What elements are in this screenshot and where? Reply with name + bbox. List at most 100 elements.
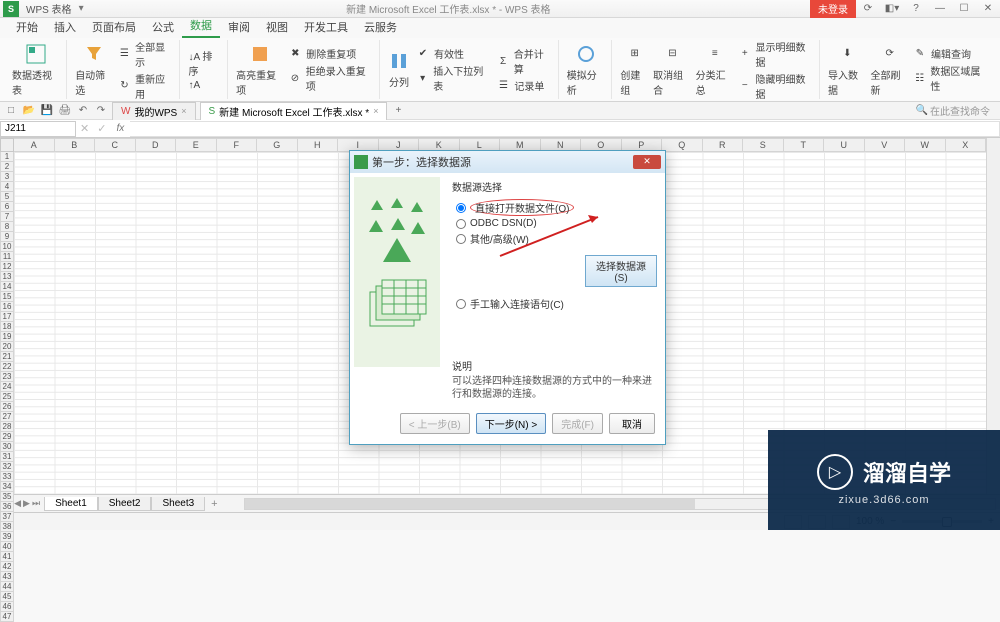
col-header-Q[interactable]: Q [662, 138, 703, 152]
row-header-7[interactable]: 7 [0, 212, 14, 222]
menu-formula[interactable]: 公式 [144, 17, 182, 38]
radio-manual[interactable]: 手工输入连接语句(C) [452, 295, 657, 312]
row-header-38[interactable]: 38 [0, 522, 14, 532]
row-header-31[interactable]: 31 [0, 452, 14, 462]
col-header-V[interactable]: V [865, 138, 906, 152]
col-header-E[interactable]: E [176, 138, 217, 152]
row-header-35[interactable]: 35 [0, 492, 14, 502]
col-header-R[interactable]: R [703, 138, 744, 152]
row-header-28[interactable]: 28 [0, 422, 14, 432]
col-header-F[interactable]: F [217, 138, 258, 152]
new-icon[interactable]: □ [4, 104, 18, 118]
radio-open-file-input[interactable] [456, 203, 466, 213]
search-commands[interactable]: 🔍在此查找命令 [916, 103, 996, 118]
select-datasource-button[interactable]: 选择数据源(S) [585, 255, 657, 287]
sync-icon[interactable]: ⟳ [856, 0, 880, 18]
menu-review[interactable]: 审阅 [220, 17, 258, 38]
row-header-17[interactable]: 17 [0, 312, 14, 322]
col-header-B[interactable]: B [55, 138, 96, 152]
row-header-13[interactable]: 13 [0, 272, 14, 282]
col-header-D[interactable]: D [136, 138, 177, 152]
row-header-10[interactable]: 10 [0, 242, 14, 252]
row-header-32[interactable]: 32 [0, 462, 14, 472]
reapply-button[interactable]: ↻重新应用 [118, 70, 174, 102]
radio-other-input[interactable] [456, 234, 466, 244]
row-header-45[interactable]: 45 [0, 592, 14, 602]
row-header-36[interactable]: 36 [0, 502, 14, 512]
reject-dup-button[interactable]: ⊘拒绝录入重复项 [288, 62, 373, 94]
sheet-tab-2[interactable]: Sheet2 [98, 497, 152, 511]
ungroup-button[interactable]: ⊟取消组合 [653, 43, 691, 97]
radio-other[interactable]: 其他/高级(W) [452, 230, 657, 247]
whatif-button[interactable]: 模拟分析 [567, 43, 606, 97]
theme-icon[interactable]: ◧▾ [880, 0, 904, 18]
dialog-close-button[interactable]: ✕ [633, 155, 661, 169]
create-group-button[interactable]: ⊞创建组 [620, 43, 649, 97]
col-header-S[interactable]: S [743, 138, 784, 152]
print-icon[interactable]: 🖨 [58, 104, 72, 118]
add-sheet-button[interactable]: + [205, 498, 223, 510]
menu-pagelayout[interactable]: 页面布局 [84, 17, 144, 38]
col-header-C[interactable]: C [95, 138, 136, 152]
col-header-W[interactable]: W [905, 138, 946, 152]
sheet-nav-last[interactable]: ⏭ [32, 498, 40, 509]
row-header-34[interactable]: 34 [0, 482, 14, 492]
row-header-3[interactable]: 3 [0, 172, 14, 182]
sort-asc-button[interactable]: ↓A 排序 [188, 47, 221, 79]
maximize-button[interactable]: ☐ [952, 0, 976, 18]
row-header-4[interactable]: 4 [0, 182, 14, 192]
row-header-29[interactable]: 29 [0, 432, 14, 442]
sheet-nav-prev[interactable]: ◀ [14, 498, 21, 509]
row-header-5[interactable]: 5 [0, 192, 14, 202]
row-header-1[interactable]: 1 [0, 152, 14, 162]
row-header-18[interactable]: 18 [0, 322, 14, 332]
row-header-24[interactable]: 24 [0, 382, 14, 392]
insert-dropdown-button[interactable]: ▾插入下拉列表 [416, 62, 490, 94]
row-header-39[interactable]: 39 [0, 532, 14, 542]
edit-query-button[interactable]: ✎编辑查询 [913, 45, 988, 62]
undo-icon[interactable]: ↶ [76, 104, 90, 118]
col-header-G[interactable]: G [257, 138, 298, 152]
hide-detail-button[interactable]: −隐藏明细数据 [738, 70, 813, 102]
col-header-U[interactable]: U [824, 138, 865, 152]
row-header-42[interactable]: 42 [0, 562, 14, 572]
auto-filter-button[interactable]: 自动筛选 [75, 43, 113, 97]
data-range-prop-button[interactable]: ☷数据区域属性 [913, 62, 988, 94]
doc-tab[interactable]: S新建 Microsoft Excel 工作表.xlsx *× [200, 102, 388, 120]
row-header-47[interactable]: 47 [0, 612, 14, 622]
radio-manual-input[interactable] [456, 299, 466, 309]
close-button[interactable]: ✕ [976, 0, 1000, 18]
row-header-2[interactable]: 2 [0, 162, 14, 172]
login-badge[interactable]: 未登录 [810, 0, 856, 18]
mywps-tab[interactable]: W我的WPS× [112, 102, 196, 120]
row-header-19[interactable]: 19 [0, 332, 14, 342]
app-menu-dropdown[interactable]: ▾ [76, 3, 87, 14]
menu-view[interactable]: 视图 [258, 17, 296, 38]
row-header-41[interactable]: 41 [0, 552, 14, 562]
import-data-button[interactable]: ⬇导入数据 [828, 43, 866, 97]
save-icon[interactable]: 💾 [40, 104, 54, 118]
col-header-H[interactable]: H [298, 138, 339, 152]
validation-button[interactable]: ✔有效性 [416, 45, 490, 62]
col-header-A[interactable]: A [14, 138, 55, 152]
menu-devtools[interactable]: 开发工具 [296, 17, 356, 38]
formula-input[interactable] [130, 121, 1000, 137]
redo-icon[interactable]: ↷ [94, 104, 108, 118]
row-header-9[interactable]: 9 [0, 232, 14, 242]
help-icon[interactable]: ? [904, 0, 928, 18]
row-header-40[interactable]: 40 [0, 542, 14, 552]
row-header-37[interactable]: 37 [0, 512, 14, 522]
row-header-22[interactable]: 22 [0, 362, 14, 372]
show-all-button[interactable]: ☰全部显示 [118, 38, 174, 70]
row-header-30[interactable]: 30 [0, 442, 14, 452]
confirm-fn-icon[interactable]: ✓ [93, 122, 110, 135]
row-header-20[interactable]: 20 [0, 342, 14, 352]
cancel-button[interactable]: 取消 [609, 413, 655, 434]
menu-insert[interactable]: 插入 [46, 17, 84, 38]
menu-data[interactable]: 数据 [182, 15, 220, 38]
sheet-tab-1[interactable]: Sheet1 [44, 497, 98, 511]
row-header-11[interactable]: 11 [0, 252, 14, 262]
row-header-27[interactable]: 27 [0, 412, 14, 422]
highlight-dup-button[interactable]: 高亮重复项 [236, 43, 284, 97]
select-all-corner[interactable] [0, 138, 14, 152]
